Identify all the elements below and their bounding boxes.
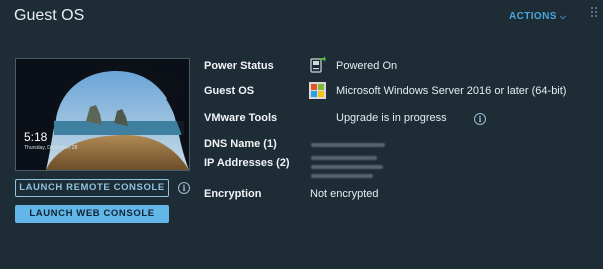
dns-name-label: DNS Name (1)	[204, 138, 277, 150]
ip-address-redacted-1	[311, 156, 377, 160]
card-title: Guest OS	[14, 7, 85, 24]
actions-label: ACTIONS	[509, 11, 557, 22]
power-status-label: Power Status	[204, 60, 274, 72]
ip-address-redacted-2	[311, 165, 383, 169]
console-preview-image	[16, 59, 189, 170]
drag-handle-icon[interactable]	[591, 7, 597, 19]
vmware-tools-value: Upgrade is in progress	[336, 112, 447, 124]
power-on-icon	[310, 56, 326, 74]
dns-name-redacted	[311, 143, 385, 147]
encryption-value: Not encrypted	[310, 188, 379, 200]
windows-logo-icon	[309, 82, 326, 99]
guest-os-value: Microsoft Windows Server 2016 or later (…	[336, 85, 567, 97]
power-status-value: Powered On	[336, 60, 398, 72]
info-icon[interactable]: i	[178, 182, 190, 194]
ip-addresses-label: IP Addresses (2)	[204, 157, 290, 169]
guest-os-card: Guest OS ACTIONS ⌵ 5:18 Thursday, Decemb…	[0, 0, 603, 269]
guest-os-label: Guest OS	[204, 85, 255, 97]
launch-web-console-button[interactable]: LAUNCH WEB CONSOLE	[15, 205, 169, 223]
console-preview-thumbnail[interactable]: 5:18 Thursday, December 28	[15, 58, 190, 171]
chevron-down-icon: ⌵	[559, 11, 567, 21]
actions-menu-button[interactable]: ACTIONS ⌵	[509, 11, 566, 22]
lock-screen-time: 5:18	[24, 130, 48, 144]
encryption-label: Encryption	[204, 188, 262, 200]
ip-address-redacted-3	[311, 174, 373, 178]
launch-remote-console-button[interactable]: LAUNCH REMOTE CONSOLE	[15, 179, 169, 197]
lock-screen-date: Thursday, December 28	[24, 145, 78, 151]
vmware-tools-info-icon[interactable]: i	[474, 113, 486, 125]
vmware-tools-label: VMware Tools	[204, 112, 278, 124]
